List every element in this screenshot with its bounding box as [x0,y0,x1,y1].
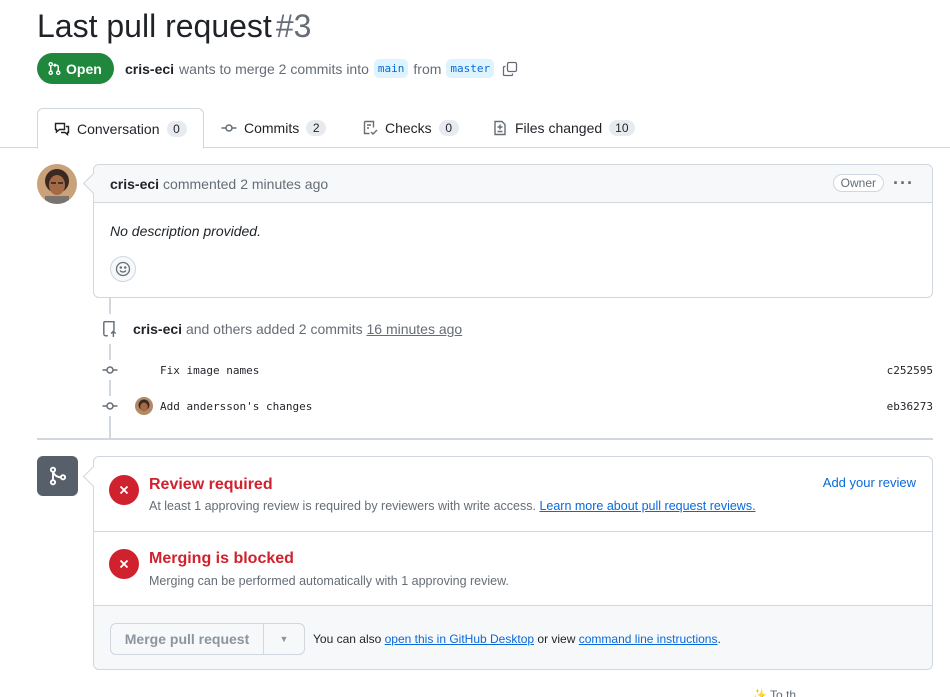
tab-files-changed[interactable]: Files changed 10 [476,108,651,148]
state-badge-open: Open [37,53,114,84]
add-reaction-button[interactable] [110,256,136,282]
comment-author[interactable]: cris-eci [110,176,159,192]
chevron-down-icon[interactable]: ▼ [264,624,304,654]
merge-actions: Merge pull request ▼ You can also open t… [94,606,932,669]
merge-note-suffix: . [717,632,721,646]
merge-blocked-title: Merging is blocked [149,550,294,567]
pr-author-link[interactable]: cris-eci [125,61,174,77]
tab-counter: 2 [306,120,327,136]
merge-box: Review required At least 1 approving rev… [93,456,933,670]
git-commit-icon [100,360,120,380]
merge-button-group: Merge pull request ▼ [110,623,305,655]
review-required-text: At least 1 approving review is required … [149,499,536,513]
commit-row: Add andersson's changes eb36273 [100,396,933,416]
comment-discussion-icon [54,122,70,136]
tab-label: Commits [244,120,300,136]
comment-box: cris-eci commented 2 minutes ago Owner ·… [93,164,933,298]
tab-commits[interactable]: Commits 2 [205,108,342,148]
x-circle-icon [109,549,139,579]
pr-title-text: Last pull request [37,8,272,44]
commit-sha[interactable]: eb36273 [887,400,933,413]
review-required-section: Review required At least 1 approving rev… [94,457,932,532]
merge-note-prefix: You can also [313,632,382,646]
review-required-title: Review required [149,476,273,493]
learn-more-link[interactable]: Learn more about pull request reviews. [539,499,755,513]
event-time[interactable]: 16 minutes ago [366,321,462,337]
merge-blocked-section: Merging is blocked Merging can be perfor… [94,532,932,606]
copy-icon[interactable] [502,61,518,77]
add-review-link[interactable]: Add your review [823,475,916,490]
head-branch[interactable]: master [446,59,495,78]
from-text: from [413,60,442,77]
avatar[interactable] [37,164,77,204]
commits-event: cris-eci and others added 2 commits 16 m… [133,321,462,337]
tab-label: Conversation [77,120,160,137]
merge-note-mid: or view [537,632,576,646]
tab-label: Checks [385,120,432,136]
pr-title: Last pull request #3 [37,8,311,45]
commit-message[interactable]: Fix image names [160,364,259,377]
github-desktop-link[interactable]: open this in GitHub Desktop [385,632,534,646]
tab-counter: 0 [166,120,187,137]
git-pull-request-icon [48,61,61,76]
merge-pull-request-button[interactable]: Merge pull request [111,624,264,654]
comment-body: No description provided. [110,223,261,239]
commit-sha[interactable]: c252595 [887,364,933,377]
base-branch[interactable]: main [373,59,409,78]
review-required-sub: At least 1 approving review is required … [149,499,756,513]
tab-conversation[interactable]: Conversation 0 [37,108,204,149]
git-merge-icon [49,466,66,486]
pr-merge-text: wants to merge 2 commits into [179,60,369,77]
merge-blocked-sub: Merging can be performed automatically w… [149,574,509,588]
commit-message[interactable]: Add andersson's changes [160,400,312,413]
owner-badge: Owner [832,174,884,192]
smiley-icon [115,261,131,277]
pr-meta: cris-eci wants to merge 2 commits into m… [125,59,518,78]
event-author[interactable]: cris-eci [133,321,182,337]
pr-tabs: Conversation 0 Commits 2 Checks 0 Files … [0,108,950,149]
checklist-icon [363,120,378,135]
merge-status-icon [37,456,78,496]
file-diff-icon [494,120,506,136]
comment-time[interactable]: 2 minutes ago [240,176,328,192]
commit-row: Fix image names c252595 [100,360,933,380]
event-icon [95,314,125,344]
comment-header: cris-eci commented 2 minutes ago Owner ·… [94,165,932,203]
git-commit-icon [100,396,120,416]
tab-label: Files changed [515,120,603,136]
merge-note: You can also open this in GitHub Desktop… [313,632,721,646]
git-commit-icon [221,124,237,132]
state-label: Open [66,60,102,77]
tab-checks[interactable]: Checks 0 [346,108,475,148]
commit-avatar[interactable] [135,397,153,415]
x-circle-icon [109,475,139,505]
timeline-divider [37,438,933,440]
comment-action: commented [163,175,237,192]
tab-counter: 10 [609,120,635,136]
tab-counter: 0 [438,120,459,136]
kebab-menu-icon[interactable]: ··· [893,173,914,194]
cli-instructions-link[interactable]: command line instructions [579,632,718,646]
pr-number: #3 [275,8,312,44]
repo-push-icon [103,320,117,337]
event-text: and others added 2 commits [185,321,363,337]
footer-fragment: ✨ To th [752,688,797,697]
